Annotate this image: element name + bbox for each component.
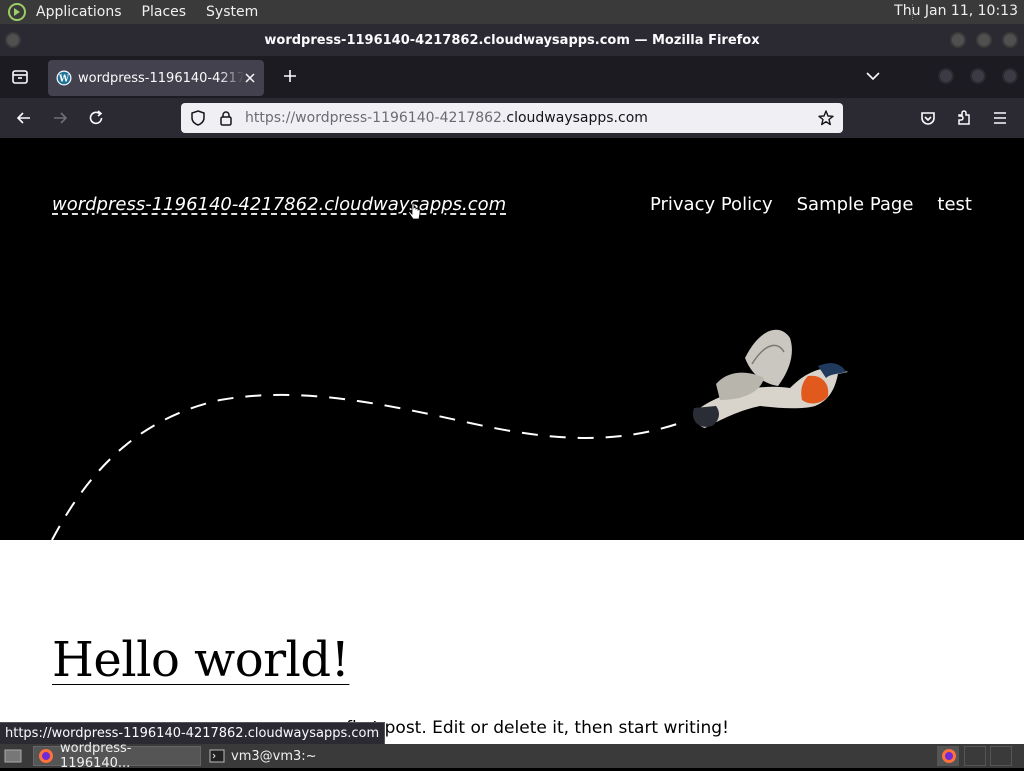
site-navigation: Privacy Policy Sample Page test (650, 194, 972, 215)
url-domain: cloudwaysapps.com (506, 110, 648, 126)
window-titlebar[interactable]: wordpress-1196140-4217862.cloudwaysapps.… (0, 24, 1024, 56)
places-menu[interactable]: Places (142, 4, 187, 20)
workspace-switcher-firefox-icon[interactable] (937, 746, 959, 766)
tab-bar-close-icon[interactable] (1002, 68, 1018, 84)
new-tab-icon[interactable] (280, 66, 300, 86)
firefox-icon (38, 748, 54, 764)
bookmark-star-icon[interactable] (817, 109, 835, 127)
post-title-link[interactable]: Hello world! (52, 632, 350, 688)
workspace-3[interactable] (990, 746, 1012, 766)
extensions-puzzle-icon[interactable] (954, 108, 974, 128)
dashed-flight-path (51, 393, 681, 540)
nav-link-test[interactable]: test (937, 194, 972, 215)
bottom-taskbar: wordpress-1196140... vm3@vm3:~ (0, 741, 1024, 771)
tracking-protection-shield-icon[interactable] (189, 109, 207, 127)
taskbar-item-firefox[interactable]: wordpress-1196140... (33, 741, 201, 771)
nav-link-privacy-policy[interactable]: Privacy Policy (650, 194, 773, 215)
bird-icon (692, 329, 848, 428)
web-page: wordpress-1196140-4217862.cloudwaysapps.… (0, 138, 1024, 744)
close-tab-icon[interactable] (242, 70, 258, 86)
system-menu[interactable]: System (206, 4, 258, 20)
reload-icon[interactable] (86, 108, 106, 128)
window-menu-icon[interactable] (5, 32, 21, 48)
taskbar-item-terminal[interactable]: vm3@vm3:~ (205, 746, 355, 766)
maximize-window-icon[interactable] (976, 32, 992, 48)
post-excerpt: first post. Edit or delete it, then star… (346, 718, 729, 738)
firefox-view-icon[interactable] (10, 67, 30, 87)
tab-title: wordpress-1196140-4217862.cloudwaysapps.… (78, 70, 244, 86)
list-all-tabs-chevron-down-icon[interactable] (863, 66, 883, 86)
hamburger-menu-icon[interactable] (990, 108, 1010, 128)
taskbar-item-label: vm3@vm3:~ (231, 748, 317, 764)
applications-menu[interactable]: Applications (36, 4, 122, 20)
close-window-icon[interactable] (1002, 32, 1018, 48)
lock-icon[interactable] (217, 109, 235, 127)
url-bar[interactable]: https://wordpress-1196140-4217862.cloudw… (181, 103, 843, 133)
taskbar-item-label: wordpress-1196140... (60, 741, 132, 771)
browser-tab[interactable]: W wordpress-1196140-4217862.cloudwaysapp… (48, 60, 264, 96)
url-text: https://wordpress-1196140-4217862.cloudw… (245, 110, 648, 126)
tab-bar-minimize-icon[interactable] (938, 68, 954, 84)
terminal-icon (209, 748, 225, 764)
svg-text:W: W (58, 75, 70, 85)
pocket-icon[interactable] (918, 108, 938, 128)
clock[interactable]: Thu Jan 11, 10:13 (894, 3, 1018, 19)
forward-arrow-icon[interactable] (50, 108, 70, 128)
wordpress-favicon-icon: W (56, 70, 72, 86)
back-arrow-icon[interactable] (14, 108, 34, 128)
top-panel: Applications Places System Thu Jan 11, 1… (0, 0, 1024, 24)
post-area: Hello world! first post. Edit or delete … (0, 540, 1024, 744)
window-title: wordpress-1196140-4217862.cloudwaysapps.… (264, 32, 760, 48)
workspace-2[interactable] (964, 746, 986, 766)
url-prefix: https://wordpress-1196140-4217862. (245, 110, 507, 126)
nav-link-sample-page[interactable]: Sample Page (797, 194, 914, 215)
tab-bar-maximize-icon[interactable] (970, 68, 986, 84)
distro-logo-icon[interactable] (6, 1, 28, 23)
show-desktop-icon[interactable] (0, 746, 28, 766)
minimize-window-icon[interactable] (950, 32, 966, 48)
site-title-link[interactable]: wordpress-1196140-4217862.cloudwaysapps.… (52, 194, 506, 215)
hand-cursor-icon (408, 203, 421, 220)
